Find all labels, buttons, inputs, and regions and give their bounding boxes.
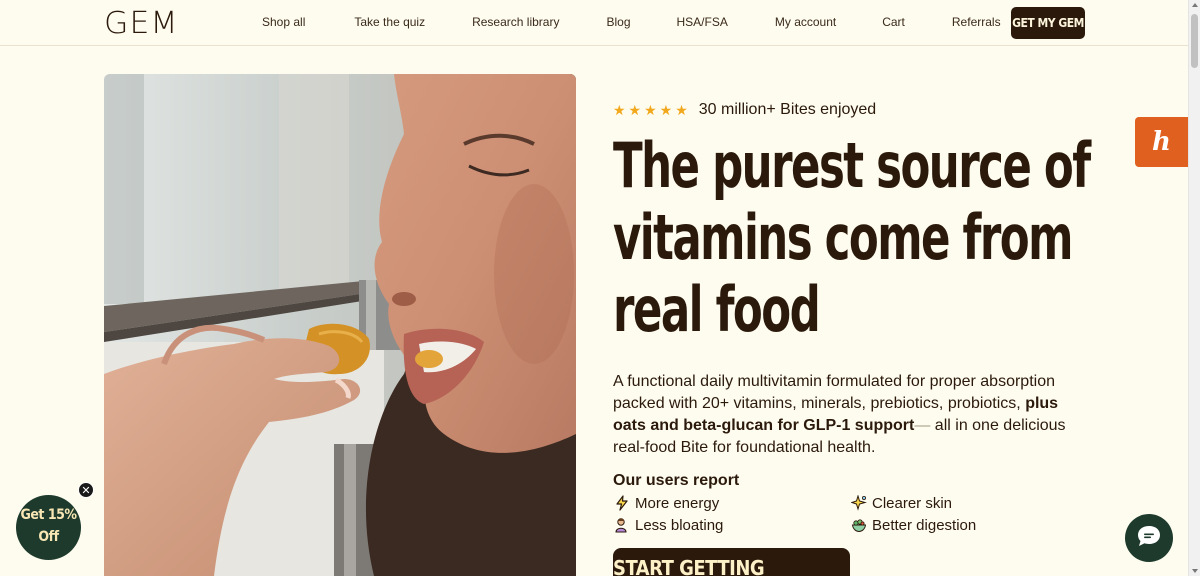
nav-hsa-fsa[interactable]: HSA/FSA — [677, 15, 728, 29]
start-getting-results-button[interactable]: START GETTING RESULTS — [613, 548, 850, 576]
page-scrollbar[interactable] — [1188, 0, 1200, 576]
sparkle-icon — [850, 494, 868, 512]
site-header: GEM Shop all Take the quiz Research libr… — [0, 0, 1190, 46]
benefit-more-energy: More energy — [613, 494, 719, 512]
close-icon[interactable]: ✕ — [78, 482, 94, 498]
discount-badge[interactable]: Get 15% Off — [16, 495, 81, 560]
headline-line-2: vitamins come from — [613, 201, 1073, 274]
scroll-thumb[interactable] — [1191, 14, 1198, 68]
benefit-clearer-skin: Clearer skin — [850, 494, 952, 512]
headline-line-1: The purest source of — [613, 129, 1091, 202]
hero-description: A functional daily multivitamin formulat… — [613, 371, 1093, 459]
scroll-down-arrow-icon[interactable] — [1192, 569, 1198, 573]
headline-line-3: real food — [613, 273, 821, 346]
lightning-icon — [613, 494, 631, 512]
nav-referrals[interactable]: Referrals — [952, 15, 1001, 29]
benefit-label: Less bloating — [635, 516, 724, 534]
benefit-label: More energy — [635, 494, 720, 512]
chat-bubble-icon — [1136, 524, 1162, 553]
nav-my-account[interactable]: My account — [775, 15, 836, 29]
star-rating-icon: ★★★★★ — [613, 101, 691, 118]
get-my-gem-button[interactable]: GET MY GEM — [1011, 7, 1085, 39]
benefit-label: Clearer skin — [872, 494, 953, 512]
honey-h-icon: h — [1152, 127, 1171, 157]
hero-photo — [104, 74, 576, 576]
benefit-better-digestion: Better digestion — [850, 516, 976, 534]
main-nav: Shop all Take the quiz Research library … — [262, 15, 1001, 29]
rating-text: 30 million+ Bites enjoyed — [698, 101, 877, 118]
nav-research-library[interactable]: Research library — [472, 15, 559, 29]
nav-blog[interactable]: Blog — [606, 15, 630, 29]
desc-text: A functional daily multivitamin formulat… — [613, 373, 1055, 412]
salad-icon — [850, 516, 868, 534]
nav-shop-all[interactable]: Shop all — [262, 15, 305, 29]
users-report-title: Our users report — [613, 472, 740, 489]
nav-cart[interactable]: Cart — [882, 15, 905, 29]
nav-take-the-quiz[interactable]: Take the quiz — [354, 15, 425, 29]
discount-line-1: Get 15% — [20, 507, 77, 523]
scroll-up-arrow-icon[interactable] — [1192, 3, 1198, 7]
hero-headline: The purest source of vitamins come from … — [613, 130, 1159, 346]
rating-row: ★★★★★ 30 million+ Bites enjoyed — [613, 101, 876, 119]
person-icon — [613, 516, 631, 534]
benefit-less-bloating: Less bloating — [613, 516, 723, 534]
gem-logo[interactable]: GEM — [104, 6, 179, 41]
discount-line-2: Off — [38, 529, 59, 545]
honey-extension-tab[interactable]: h — [1135, 117, 1188, 167]
benefit-label: Better digestion — [872, 516, 977, 534]
desc-dash: — — [914, 417, 931, 434]
chat-button[interactable] — [1125, 514, 1173, 562]
